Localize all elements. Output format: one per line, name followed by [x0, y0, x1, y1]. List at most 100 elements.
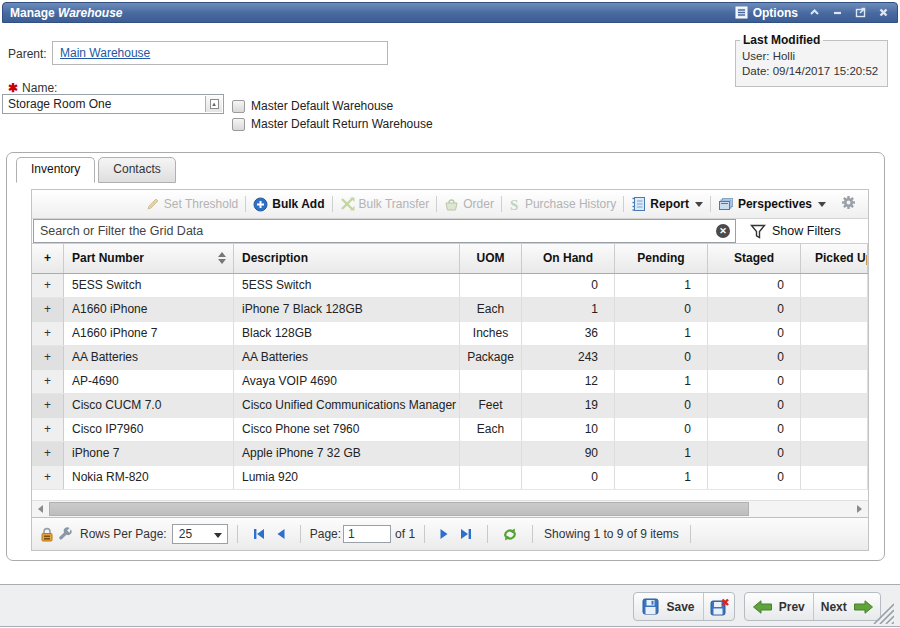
- row-expander[interactable]: +: [32, 466, 64, 489]
- tab-inventory[interactable]: Inventory: [16, 157, 95, 183]
- cell: 1: [615, 370, 708, 393]
- row-expander[interactable]: +: [32, 298, 64, 322]
- set-threshold-button[interactable]: Set Threshold: [139, 197, 246, 211]
- column-header-staged[interactable]: Staged: [708, 244, 801, 273]
- table-row[interactable]: +AP-4690Avaya VOIP 46901210: [32, 370, 868, 394]
- cell: 12: [522, 370, 615, 393]
- transfer-arrows-icon: [340, 197, 355, 211]
- table-row[interactable]: +5ESS Switch5ESS Switch010: [32, 274, 868, 298]
- report-button[interactable]: Report: [624, 196, 710, 212]
- lock-icon[interactable]: [40, 527, 54, 542]
- page-input[interactable]: 1: [343, 525, 391, 543]
- cell: Apple iPhone 7 32 GB: [234, 442, 460, 466]
- row-expander[interactable]: +: [32, 442, 64, 466]
- collapse-icon[interactable]: [808, 6, 821, 19]
- table-row[interactable]: +Nokia RM-820Lumia 920010: [32, 466, 868, 490]
- table-row[interactable]: +A1660 iPhoneiPhone 7 Black 128GBEach100: [32, 298, 868, 322]
- cell: Each: [460, 418, 522, 441]
- next-page-button[interactable]: [439, 528, 449, 540]
- footer-bar: Save Prev Next: [0, 584, 900, 627]
- window-title: Manage Warehouse: [10, 6, 123, 20]
- scrollbar-thumb[interactable]: [49, 502, 749, 516]
- cell: 0: [708, 442, 801, 466]
- bulk-add-button[interactable]: Bulk Add: [246, 197, 331, 212]
- column-header-part-number[interactable]: Part Number: [64, 244, 234, 273]
- scroll-right-arrow[interactable]: [851, 501, 868, 517]
- cell: 0: [615, 346, 708, 370]
- table-row[interactable]: +Cisco CUCM 7.0Cisco Unified Communicati…: [32, 394, 868, 418]
- parent-label: Parent:: [8, 47, 47, 61]
- cell: iPhone 7 Black 128GB: [234, 298, 460, 322]
- prev-button[interactable]: Prev: [745, 593, 813, 620]
- tab-panel: Inventory Contacts Set Threshold Bulk Ad…: [6, 152, 885, 561]
- cell: 5ESS Switch: [64, 274, 234, 297]
- options-list-icon: [735, 6, 748, 19]
- scrollbar-track[interactable]: [49, 501, 851, 517]
- table-row[interactable]: +AA BatteriesAA BatteriesPackage24300: [32, 346, 868, 370]
- resize-grip[interactable]: [870, 600, 894, 624]
- wrench-icon[interactable]: [58, 527, 73, 542]
- parent-field[interactable]: Main Warehouse: [52, 41, 388, 65]
- cell: 0: [708, 322, 801, 345]
- save-disk-icon: [642, 598, 659, 615]
- name-field-button[interactable]: ▲: [205, 96, 222, 112]
- last-modified-panel: Last Modified User: Holli Date: 09/14/20…: [735, 33, 888, 87]
- show-filters-button[interactable]: Show Filters: [736, 219, 868, 243]
- grid-toolbar: Set Threshold Bulk Add Bulk Transfer Ord…: [32, 190, 868, 219]
- checkbox-master-default-warehouse[interactable]: Master Default Warehouse: [232, 99, 393, 113]
- first-page-button[interactable]: [252, 528, 266, 540]
- perspectives-button[interactable]: Perspectives: [711, 197, 833, 212]
- row-expander[interactable]: +: [32, 322, 64, 345]
- minimize-icon[interactable]: [831, 6, 844, 19]
- save-and-close-button[interactable]: [703, 593, 734, 620]
- options-button[interactable]: Options: [735, 6, 798, 20]
- search-input[interactable]: Search or Filter the Grid Data ✕: [33, 219, 736, 243]
- scroll-left-arrow[interactable]: [32, 501, 49, 517]
- close-icon[interactable]: [877, 6, 890, 19]
- cell: [801, 370, 868, 393]
- column-header-pending[interactable]: Pending: [615, 244, 708, 273]
- checkbox-icon[interactable]: [232, 118, 245, 131]
- row-expander[interactable]: +: [32, 418, 64, 441]
- order-button[interactable]: Order: [437, 197, 501, 211]
- rows-per-page-select[interactable]: 25: [172, 524, 228, 544]
- checkbox-master-default-return-warehouse[interactable]: Master Default Return Warehouse: [232, 117, 433, 131]
- clear-search-icon[interactable]: ✕: [716, 224, 730, 238]
- cell: 1: [615, 442, 708, 466]
- column-header-expander[interactable]: +: [32, 244, 64, 273]
- column-header-uom[interactable]: UOM: [460, 244, 522, 273]
- horizontal-scrollbar[interactable]: [32, 500, 868, 517]
- cell: Each: [460, 298, 522, 322]
- table-row[interactable]: +iPhone 7Apple iPhone 7 32 GB9010: [32, 442, 868, 466]
- tab-contacts[interactable]: Contacts: [98, 157, 175, 183]
- cell: Package: [460, 346, 522, 370]
- table-row[interactable]: +Cisco IP7960Cisco Phone set 7960Each100…: [32, 418, 868, 442]
- purchase-history-button[interactable]: S Purchase History: [502, 197, 623, 212]
- popout-icon[interactable]: [854, 6, 867, 19]
- row-expander[interactable]: +: [32, 370, 64, 393]
- row-expander[interactable]: +: [32, 346, 64, 370]
- row-expander[interactable]: +: [32, 394, 64, 418]
- parent-link[interactable]: Main Warehouse: [60, 46, 150, 60]
- cell: 10: [522, 418, 615, 441]
- name-input[interactable]: Storage Room One ▲: [2, 94, 224, 114]
- checkbox-icon[interactable]: [232, 100, 245, 113]
- column-header-picked-up[interactable]: Picked Up: [801, 244, 868, 273]
- table-body: +5ESS Switch5ESS Switch010+A1660 iPhonei…: [32, 274, 868, 490]
- column-header-on-hand[interactable]: On Hand: [522, 244, 615, 273]
- cell: [801, 394, 868, 418]
- report-icon: [631, 196, 646, 212]
- save-button[interactable]: Save: [634, 593, 703, 620]
- prev-page-button[interactable]: [276, 528, 286, 540]
- cell: Black 128GB: [234, 322, 460, 345]
- column-header-description[interactable]: Description: [234, 244, 460, 273]
- search-row: Search or Filter the Grid Data ✕ Show Fi…: [32, 219, 868, 244]
- table-row[interactable]: +A1660 iPhone 7Black 128GBInches3610: [32, 322, 868, 346]
- cell: [801, 442, 868, 466]
- bulk-transfer-button[interactable]: Bulk Transfer: [333, 197, 437, 211]
- row-expander[interactable]: +: [32, 274, 64, 297]
- cell: AA Batteries: [234, 346, 460, 370]
- last-page-button[interactable]: [459, 528, 473, 540]
- grid-settings-button[interactable]: [833, 195, 862, 213]
- refresh-button[interactable]: [502, 527, 518, 542]
